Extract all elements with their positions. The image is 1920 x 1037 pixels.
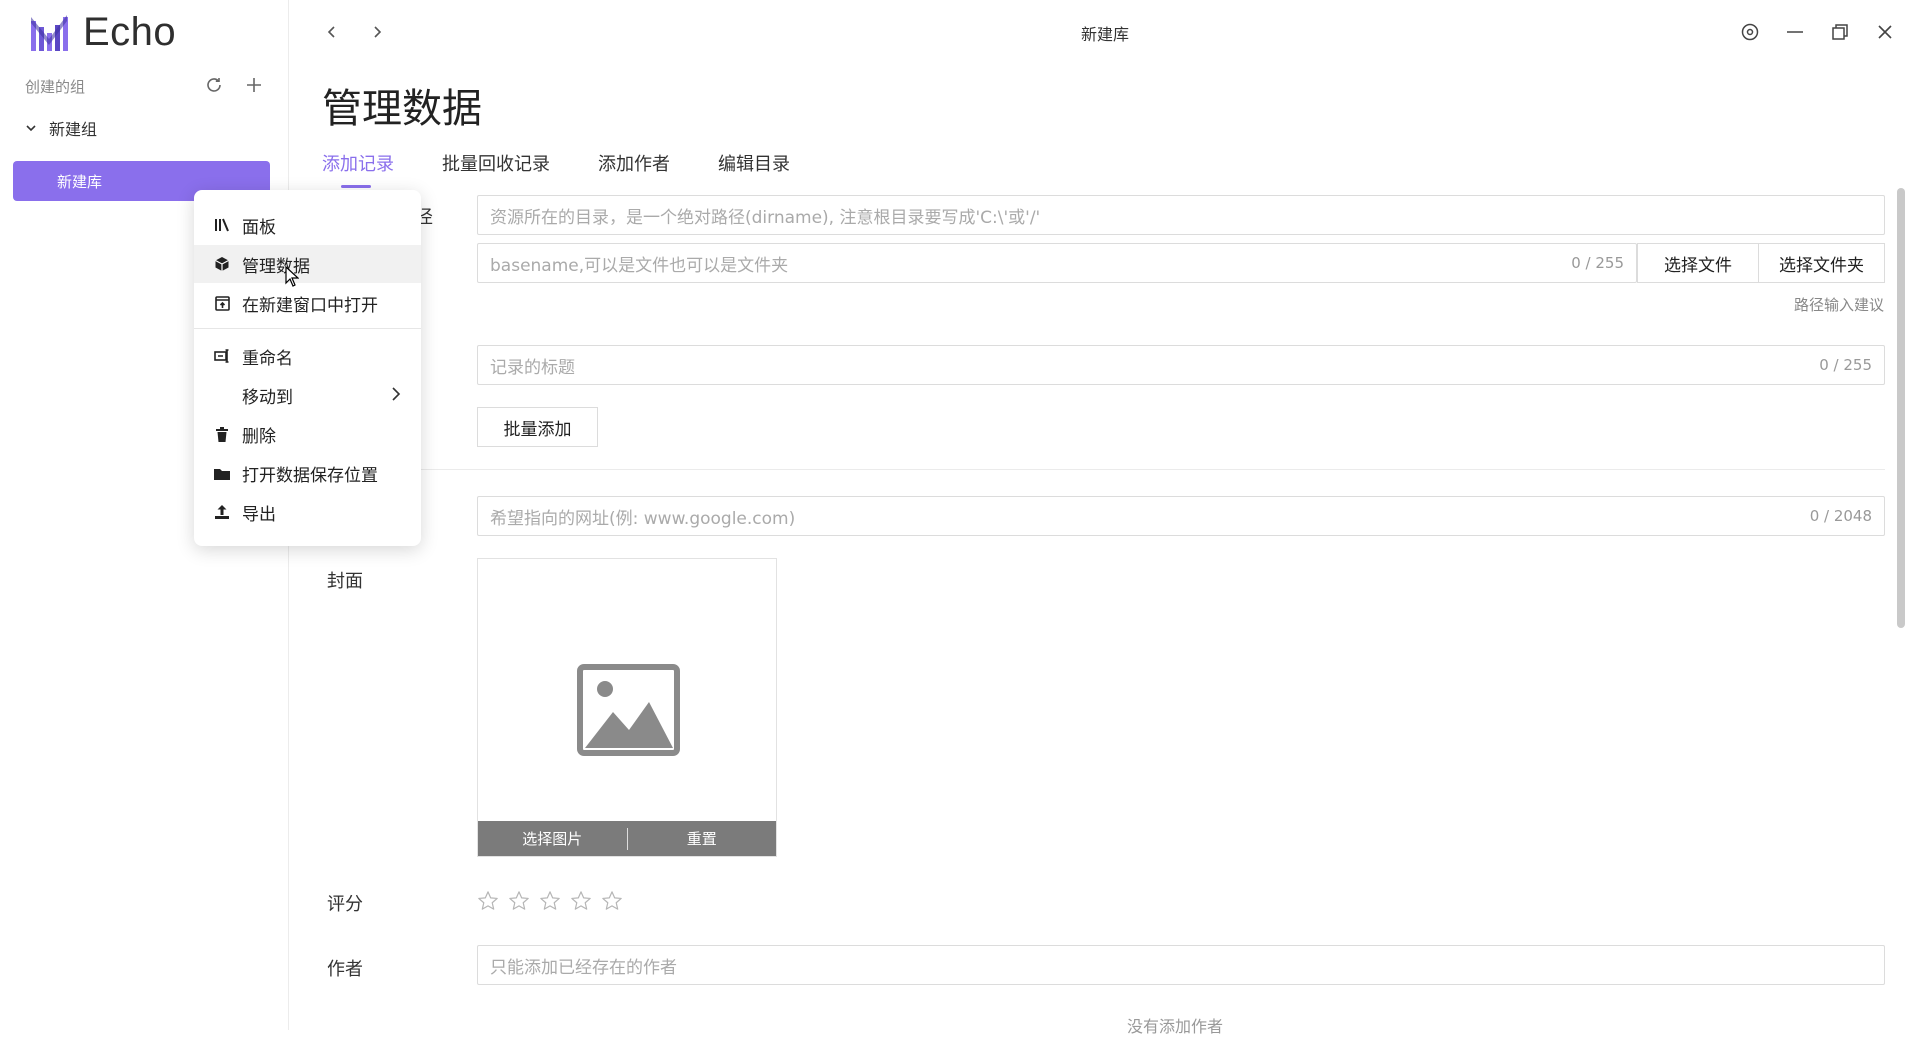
dirname-placeholder: 资源所在的目录，是一个绝对路径(dirname), 注意根目录要写成'C:\'或…: [490, 207, 1041, 228]
author-input[interactable]: 只能添加已经存在的作者: [477, 945, 1885, 985]
url-input[interactable]: 希望指向的网址(例: www.google.com) 0 / 2048: [477, 496, 1885, 536]
refresh-button[interactable]: [203, 74, 225, 96]
basename-input[interactable]: basename,可以是文件也可以是文件夹 0 / 255: [477, 243, 1637, 283]
author-placeholder: 只能添加已经存在的作者: [490, 957, 677, 978]
star-icon[interactable]: [477, 890, 499, 912]
select-file-button[interactable]: 选择文件: [1637, 243, 1759, 283]
settings-button[interactable]: [1738, 20, 1762, 44]
star-icon[interactable]: [570, 890, 592, 912]
menu-item-delete[interactable]: 删除: [194, 415, 421, 453]
minimize-button[interactable]: [1783, 20, 1807, 44]
batch-add-button[interactable]: 批量添加: [477, 407, 598, 447]
vertical-scrollbar[interactable]: [1897, 188, 1905, 628]
maximize-button[interactable]: [1828, 20, 1852, 44]
title-bar: 新建库: [290, 0, 1920, 64]
tab-bar: 添加记录 批量回收记录 添加作者 编辑目录: [322, 150, 790, 188]
rename-icon: [213, 347, 231, 365]
menu-item-open-new-window[interactable]: 在新建窗口中打开: [194, 284, 421, 322]
forward-button[interactable]: [365, 20, 389, 44]
group-name: 新建组: [49, 120, 98, 139]
record-title-placeholder: 记录的标题: [490, 357, 575, 378]
star-icon[interactable]: [539, 890, 561, 912]
cover-label: 封面: [327, 571, 363, 592]
menu-item-label: 面板: [242, 217, 276, 238]
star-icon[interactable]: [601, 890, 623, 912]
basename-counter: 0 / 255: [1571, 254, 1624, 272]
menu-item-label: 在新建窗口中打开: [242, 295, 378, 316]
cover-action-bar: 选择图片 重置: [478, 821, 776, 856]
menu-item-label: 移动到: [242, 387, 293, 408]
library-name: 新建库: [57, 172, 103, 191]
menu-item-label: 重命名: [242, 348, 293, 369]
group-section-label: 创建的组: [25, 77, 86, 96]
add-group-button[interactable]: [243, 74, 265, 96]
trash-icon: [213, 425, 231, 443]
close-icon: [1878, 25, 1892, 39]
tree-group-item[interactable]: 新建组: [25, 116, 97, 140]
rating-stars: [477, 890, 623, 912]
chevron-right-icon: [374, 26, 382, 38]
record-title-counter: 0 / 255: [1819, 356, 1872, 374]
star-icon[interactable]: [508, 890, 530, 912]
path-suggestion-hint[interactable]: 路径输入建议: [1794, 294, 1884, 315]
library-icon: [213, 216, 231, 234]
menu-divider: [194, 328, 421, 329]
open-window-icon: [213, 294, 231, 312]
refresh-icon: [207, 78, 221, 92]
menu-item-open-data-location[interactable]: 打开数据保存位置: [194, 454, 421, 492]
menu-item-manage-data[interactable]: 管理数据: [194, 245, 421, 283]
app-name: Echo: [83, 10, 177, 54]
menu-item-export[interactable]: 导出: [194, 493, 421, 531]
select-folder-button[interactable]: 选择文件夹: [1758, 243, 1885, 283]
back-button[interactable]: [320, 20, 344, 44]
group-section-header: 创建的组: [25, 74, 265, 98]
export-icon: [213, 503, 231, 521]
menu-item-panel[interactable]: 面板: [194, 206, 421, 244]
library-context-menu: 面板 管理数据 在新建窗口中打开 重命名 移动到 删除 打开数据保存位置 导出: [194, 190, 421, 546]
tab-add-record[interactable]: 添加记录: [322, 150, 394, 188]
tab-add-author[interactable]: 添加作者: [598, 150, 670, 188]
url-placeholder: 希望指向的网址(例: www.google.com): [490, 508, 796, 529]
menu-item-rename[interactable]: 重命名: [194, 337, 421, 375]
rating-label: 评分: [327, 894, 363, 915]
section-divider: [420, 469, 1885, 470]
menu-item-label: 管理数据: [242, 256, 310, 277]
chevron-right-icon: [392, 387, 401, 401]
minimize-icon: [1787, 31, 1803, 33]
tab-batch-recycle[interactable]: 批量回收记录: [442, 150, 550, 188]
plus-icon: [247, 78, 261, 92]
chevron-down-icon: [26, 125, 36, 132]
cover-preview: 选择图片 重置: [477, 558, 777, 857]
tab-edit-directory[interactable]: 编辑目录: [718, 150, 790, 188]
basename-placeholder: basename,可以是文件也可以是文件夹: [490, 255, 789, 276]
chevron-left-icon: [327, 26, 335, 38]
echo-logo-icon: [31, 14, 68, 51]
app-logo: Echo: [29, 10, 176, 55]
restore-icon: [1832, 24, 1848, 40]
no-author-text: 没有添加作者: [1127, 1017, 1224, 1036]
page-title: 管理数据: [322, 86, 482, 132]
close-button[interactable]: [1873, 20, 1897, 44]
mouse-cursor-icon: [285, 266, 299, 287]
folder-icon: [213, 464, 231, 482]
image-placeholder-icon: [577, 664, 680, 756]
author-label: 作者: [327, 959, 363, 980]
cube-icon: [213, 255, 231, 273]
menu-item-label: 删除: [242, 426, 276, 447]
menu-item-move-to[interactable]: 移动到: [194, 376, 421, 414]
url-counter: 0 / 2048: [1809, 507, 1872, 525]
settings-icon: [1741, 23, 1759, 41]
menu-item-label: 打开数据保存位置: [242, 465, 378, 486]
window-title: 新建库: [1080, 25, 1129, 44]
cover-reset-button[interactable]: 重置: [628, 828, 777, 849]
dirname-input[interactable]: 资源所在的目录，是一个绝对路径(dirname), 注意根目录要写成'C:\'或…: [477, 195, 1885, 235]
menu-item-label: 导出: [242, 504, 276, 525]
cover-select-button[interactable]: 选择图片: [478, 828, 627, 849]
record-title-input[interactable]: 记录的标题 0 / 255: [477, 345, 1885, 385]
